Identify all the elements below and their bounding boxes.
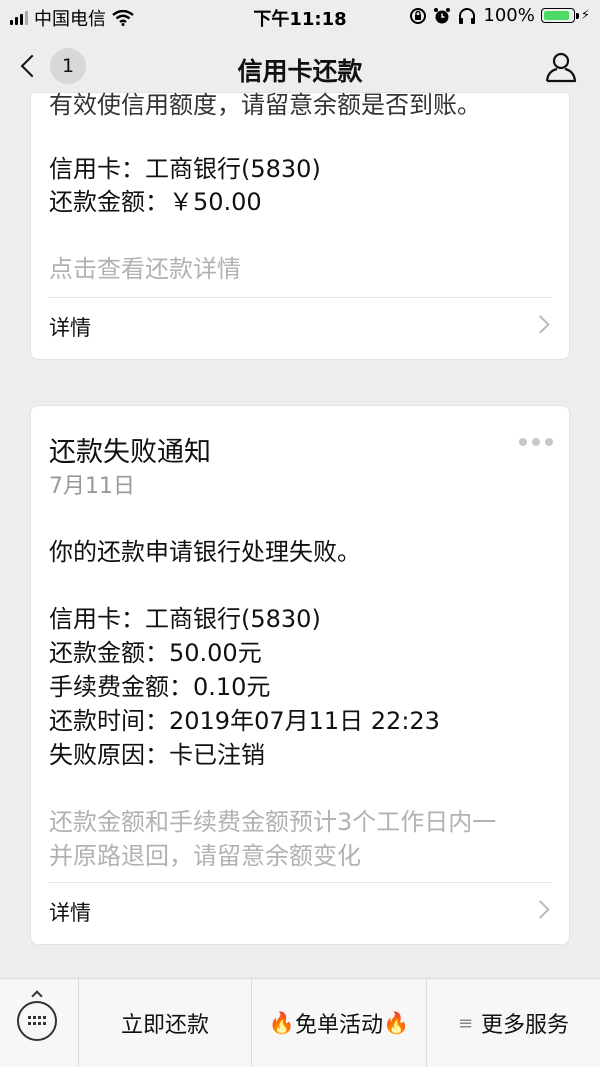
keyboard-icon (17, 1001, 57, 1041)
status-right: 100% ⚡ (409, 5, 590, 26)
details-link[interactable]: 详情 (31, 298, 569, 354)
details-link[interactable]: 详情 (31, 883, 569, 939)
headphones-icon (459, 7, 476, 24)
chevron-right-icon (531, 900, 550, 919)
menu-label: 更多服务 (481, 1013, 570, 1038)
submenu-icon: ≡ (457, 1012, 474, 1034)
caret-up-icon (31, 990, 43, 1002)
card-date: 7月11日 (49, 474, 135, 499)
refund-note-line2: 并原路退回，请留意余额变化 (49, 842, 361, 870)
battery-icon (540, 8, 579, 23)
menu-free-order-event[interactable]: 🔥 免单活动 🔥 (251, 979, 426, 1067)
card-cut-text: 有效使信用额度，请留意余额是否到账。 (49, 91, 481, 119)
charging-icon: ⚡ (580, 8, 590, 23)
keyboard-toggle-button[interactable] (0, 979, 78, 1067)
fire-icon: 🔥 (268, 1010, 295, 1035)
page-title: 信用卡还款 (237, 57, 363, 86)
rotation-lock-icon (410, 7, 427, 24)
credit-card-line: 信用卡：工商银行(5830) (49, 155, 321, 183)
repayment-failed-card[interactable]: 还款失败通知 7月11日 你的还款申请银行处理失败。 信用卡：工商银行(5830… (30, 405, 570, 945)
credit-card-line: 信用卡：工商银行(5830) (49, 605, 321, 633)
user-profile-icon[interactable] (544, 50, 578, 84)
reason-line: 失败原因：卡已注销 (49, 741, 265, 769)
bottom-menu-bar: 立即还款 🔥 免单活动 🔥 ≡ 更多服务 (0, 978, 600, 1067)
chevron-right-icon (531, 315, 550, 334)
details-label: 详情 (49, 316, 91, 340)
view-details-hint: 点击查看还款详情 (49, 255, 241, 283)
repayment-success-card[interactable]: 有效使信用额度，请留意余额是否到账。 信用卡：工商银行(5830) 还款金额：￥… (30, 91, 570, 360)
failure-message: 你的还款申请银行处理失败。 (49, 538, 361, 566)
card-title: 还款失败通知 (49, 437, 211, 468)
menu-more-services[interactable]: ≡ 更多服务 (426, 979, 600, 1067)
menu-label: 免单活动 (294, 1013, 383, 1038)
time-line: 还款时间：2019年07月11日 22:23 (49, 707, 440, 735)
fee-line: 手续费金额：0.10元 (49, 673, 271, 701)
more-options-icon[interactable] (519, 438, 553, 446)
details-label: 详情 (49, 901, 91, 925)
battery-percent: 100% (483, 5, 535, 26)
fire-icon: 🔥 (383, 1010, 410, 1035)
menu-repay-now[interactable]: 立即还款 (78, 979, 251, 1067)
amount-line: 还款金额：50.00元 (49, 639, 262, 667)
menu-label: 立即还款 (120, 1013, 209, 1038)
alarm-icon (434, 7, 451, 23)
status-bar: 中国电信 下午11:18 100% ⚡ (0, 0, 600, 34)
refund-note-line1: 还款金额和手续费金额预计3个工作日内一 (49, 808, 497, 836)
amount-line: 还款金额：￥50.00 (49, 188, 262, 216)
